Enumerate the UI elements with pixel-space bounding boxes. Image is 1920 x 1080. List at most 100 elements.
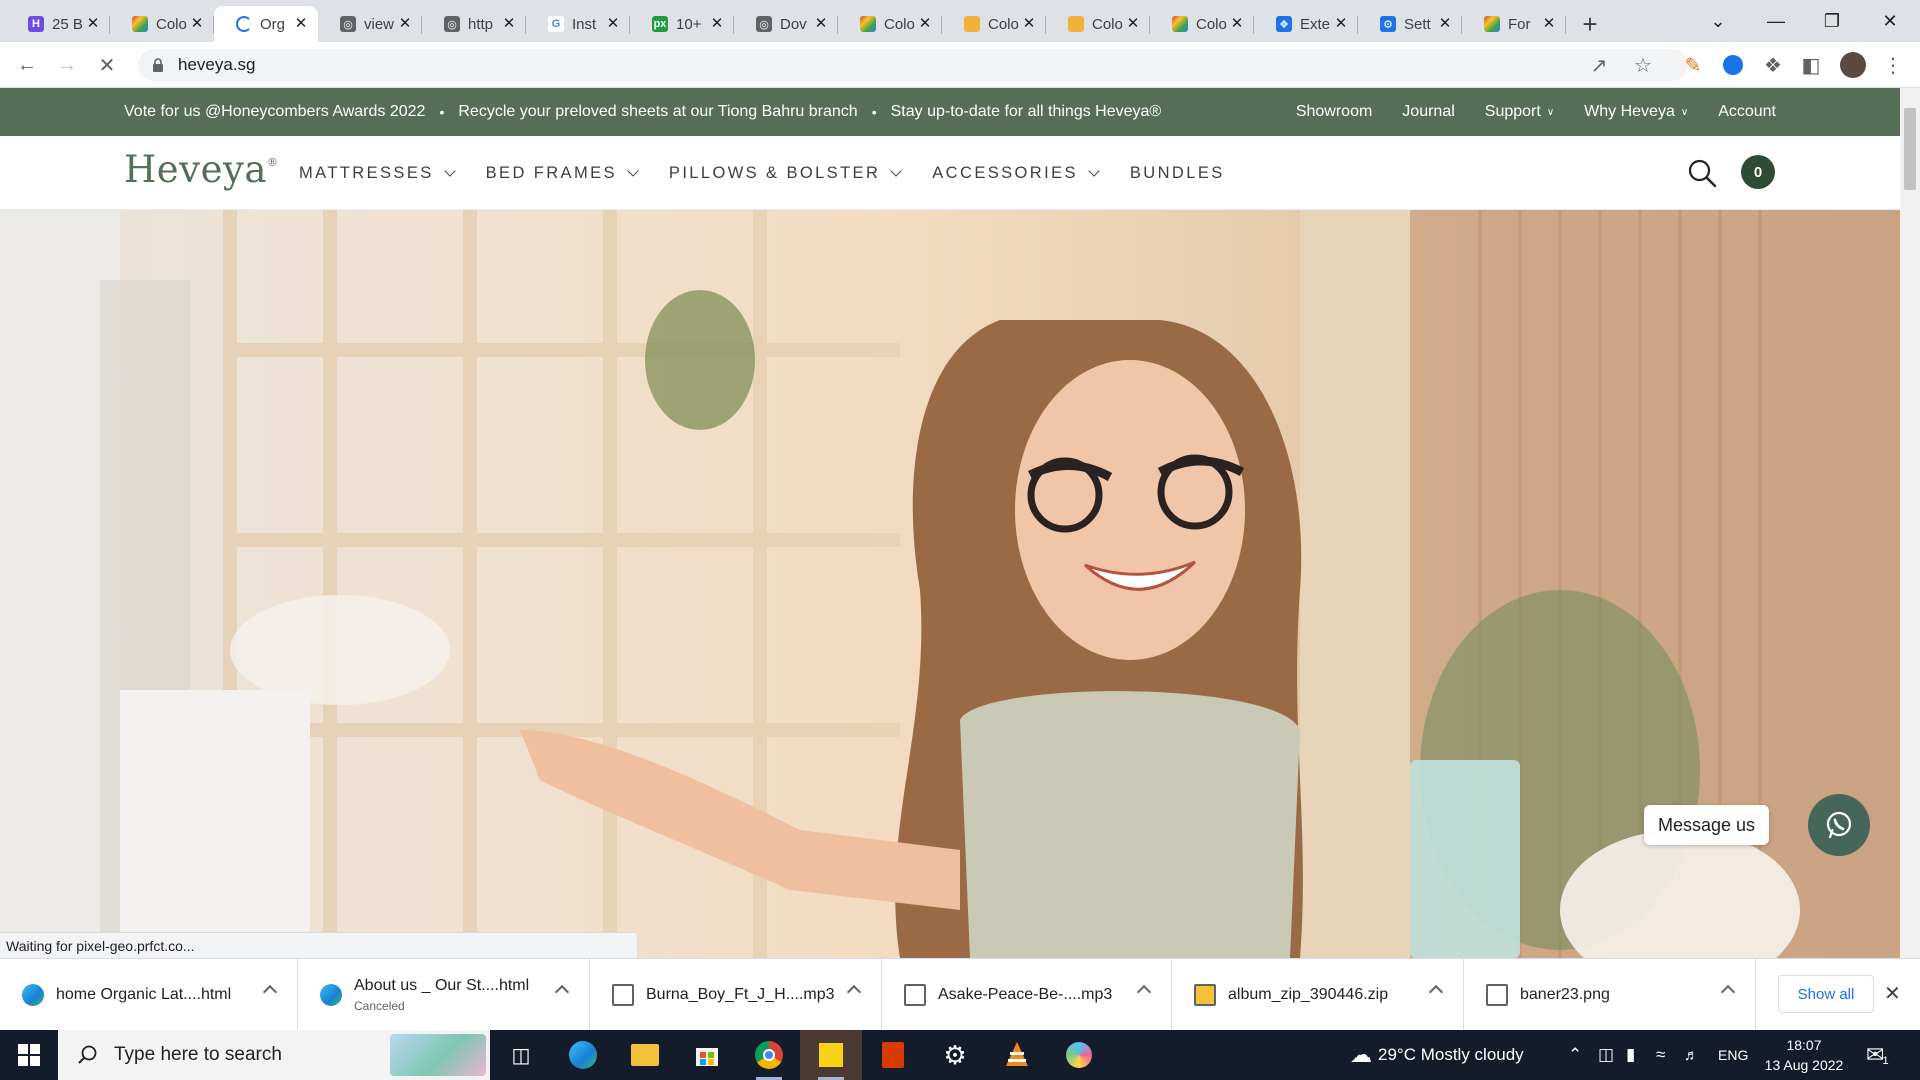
weather-widget[interactable]: ☁ 29°C Mostly cloudy [1350, 1030, 1524, 1080]
browser-tab[interactable]: Colo ✕ [1150, 6, 1254, 42]
download-item[interactable]: album_zip_390446.zip [1172, 959, 1464, 1031]
browser-tab[interactable]: ◎ http ✕ [422, 6, 526, 42]
profile-avatar[interactable] [1836, 48, 1870, 82]
chevron-up-icon[interactable] [1720, 984, 1736, 1000]
nav-bed-frames[interactable]: BED FRAMES [486, 164, 639, 183]
cart-button[interactable]: 0 [1741, 155, 1775, 189]
nav-accessories[interactable]: ACCESSORIES [932, 164, 1100, 183]
browser-tab[interactable]: px 10+ ✕ [630, 6, 734, 42]
browser-tab[interactable]: ⚙ Sett ✕ [1358, 6, 1462, 42]
chevron-up-icon[interactable] [846, 984, 862, 1000]
nav-pillows-bolster[interactable]: PILLOWS & BOLSTER [669, 164, 902, 183]
chevron-up-icon[interactable] [1428, 984, 1444, 1000]
tab-close-icon[interactable]: ✕ [710, 16, 724, 31]
extensions-puzzle-icon[interactable]: ❖ [1756, 48, 1790, 82]
download-item[interactable]: Asake-Peace-Be-....mp3 [882, 959, 1172, 1031]
browser-tab[interactable]: ❖ Exte ✕ [1254, 6, 1358, 42]
restore-button[interactable]: ❐ [1804, 0, 1860, 42]
new-tab-button[interactable]: + [1572, 6, 1608, 42]
chrome-taskbar-icon[interactable] [738, 1030, 800, 1080]
tab-close-icon[interactable]: ✕ [1126, 16, 1140, 31]
chevron-up-icon[interactable] [1136, 984, 1152, 1000]
announcement-1[interactable]: Vote for us @Honeycombers Awards 2022 [124, 103, 425, 121]
battery-icon[interactable]: ▮ [1626, 1030, 1635, 1080]
tab-close-icon[interactable]: ✕ [1022, 16, 1036, 31]
notification-center-icon[interactable]: ✉ 1 [1866, 1030, 1889, 1080]
message-us-bubble[interactable]: Message us [1644, 805, 1770, 845]
showroom-link[interactable]: Showroom [1296, 103, 1372, 121]
vlc-icon[interactable] [986, 1030, 1048, 1080]
download-item[interactable]: About us _ Our St....html Canceled [298, 959, 590, 1031]
tab-close-icon[interactable]: ✕ [294, 16, 308, 31]
bookmark-star-icon[interactable]: ☆ [1626, 48, 1660, 82]
back-button[interactable]: ← [10, 48, 44, 82]
whatsapp-button[interactable] [1808, 794, 1870, 856]
tab-close-icon[interactable]: ✕ [1438, 16, 1452, 31]
close-window-button[interactable]: ✕ [1862, 0, 1918, 42]
forward-button[interactable]: → [50, 48, 84, 82]
tab-close-icon[interactable]: ✕ [814, 16, 828, 31]
tab-close-icon[interactable]: ✕ [190, 16, 204, 31]
browser-tab[interactable]: ◎ Dov ✕ [734, 6, 838, 42]
microsoft-store-icon[interactable] [676, 1030, 738, 1080]
task-view-icon[interactable]: ◫ [490, 1030, 552, 1080]
file-explorer-icon[interactable] [614, 1030, 676, 1080]
tab-close-icon[interactable]: ✕ [606, 16, 620, 31]
chevron-up-icon[interactable] [262, 984, 278, 1000]
scrollbar-thumb[interactable] [1904, 108, 1916, 190]
settings-gear-icon[interactable]: ⚙ [924, 1030, 986, 1080]
announcement-2[interactable]: Recycle your preloved sheets at our Tion… [458, 103, 857, 121]
start-button[interactable] [0, 1030, 58, 1080]
download-item[interactable]: home Organic Lat....html [0, 959, 298, 1031]
paint-icon[interactable] [1048, 1030, 1110, 1080]
show-hidden-icons-chevron-icon[interactable]: ⌃ [1568, 1030, 1582, 1080]
search-icon[interactable] [1687, 158, 1717, 188]
side-panel-icon[interactable]: ◧ [1794, 48, 1828, 82]
download-item[interactable]: baner23.png [1464, 959, 1756, 1031]
nav-bundles[interactable]: BUNDLES [1130, 164, 1225, 183]
download-item[interactable]: Burna_Boy_Ft_J_H....mp3 [590, 959, 882, 1031]
language-indicator[interactable]: ENG [1718, 1030, 1748, 1080]
close-downloads-icon[interactable]: ✕ [1884, 981, 1901, 1006]
browser-tab[interactable]: Colo ✕ [942, 6, 1046, 42]
browser-tab[interactable]: ◎ view ✕ [318, 6, 422, 42]
extension-pen-icon[interactable]: ✎ [1676, 48, 1710, 82]
stop-loading-button[interactable]: ✕ [90, 48, 124, 82]
heveya-logo[interactable]: Heveya® [124, 148, 278, 191]
extension-blue-icon[interactable] [1716, 48, 1750, 82]
tab-close-icon[interactable]: ✕ [502, 16, 516, 31]
meet-now-icon[interactable]: ◫ [1598, 1030, 1614, 1080]
browser-tab[interactable]: For ✕ [1462, 6, 1566, 42]
support-menu[interactable]: Support ∨ [1485, 103, 1554, 121]
minimize-button[interactable]: — [1748, 0, 1804, 42]
share-icon[interactable]: ↗ [1582, 48, 1616, 82]
tab-close-icon[interactable]: ✕ [1334, 16, 1348, 31]
tab-close-icon[interactable]: ✕ [398, 16, 412, 31]
address-bar[interactable]: heveya.sg [138, 49, 1688, 81]
office-icon[interactable] [862, 1030, 924, 1080]
page-scrollbar[interactable] [1900, 88, 1920, 958]
clock[interactable]: 18:07 13 Aug 2022 [1762, 1035, 1846, 1075]
browser-tab[interactable]: Colo ✕ [1046, 6, 1150, 42]
tab-close-icon[interactable]: ✕ [918, 16, 932, 31]
volume-icon[interactable]: ♬ [1684, 1030, 1699, 1080]
tab-close-icon[interactable]: ✕ [1230, 16, 1244, 31]
sticky-notes-icon[interactable] [800, 1030, 862, 1080]
tab-close-icon[interactable]: ✕ [1542, 16, 1556, 31]
browser-tab[interactable]: Colo ✕ [838, 6, 942, 42]
edge-taskbar-icon[interactable] [552, 1030, 614, 1080]
chevron-up-icon[interactable] [554, 984, 570, 1000]
browser-menu-icon[interactable]: ⋮ [1876, 48, 1910, 82]
browser-tab[interactable]: H 25 B ✕ [6, 6, 110, 42]
announcement-3[interactable]: Stay up-to-date for all things Heveya® [891, 103, 1162, 121]
wifi-icon[interactable]: ≈ [1656, 1030, 1665, 1080]
show-all-button[interactable]: Show all [1778, 975, 1874, 1013]
tab-search-chevron-icon[interactable]: ⌄ [1690, 0, 1746, 42]
why-heveya-menu[interactable]: Why Heveya ∨ [1584, 103, 1688, 121]
browser-tab[interactable]: Org ✕ [214, 6, 318, 42]
taskbar-search-box[interactable]: Type here to search [58, 1030, 490, 1080]
nav-mattresses[interactable]: MATTRESSES [299, 164, 456, 183]
journal-link[interactable]: Journal [1402, 103, 1454, 121]
tab-close-icon[interactable]: ✕ [86, 16, 100, 31]
browser-tab[interactable]: G Inst ✕ [526, 6, 630, 42]
